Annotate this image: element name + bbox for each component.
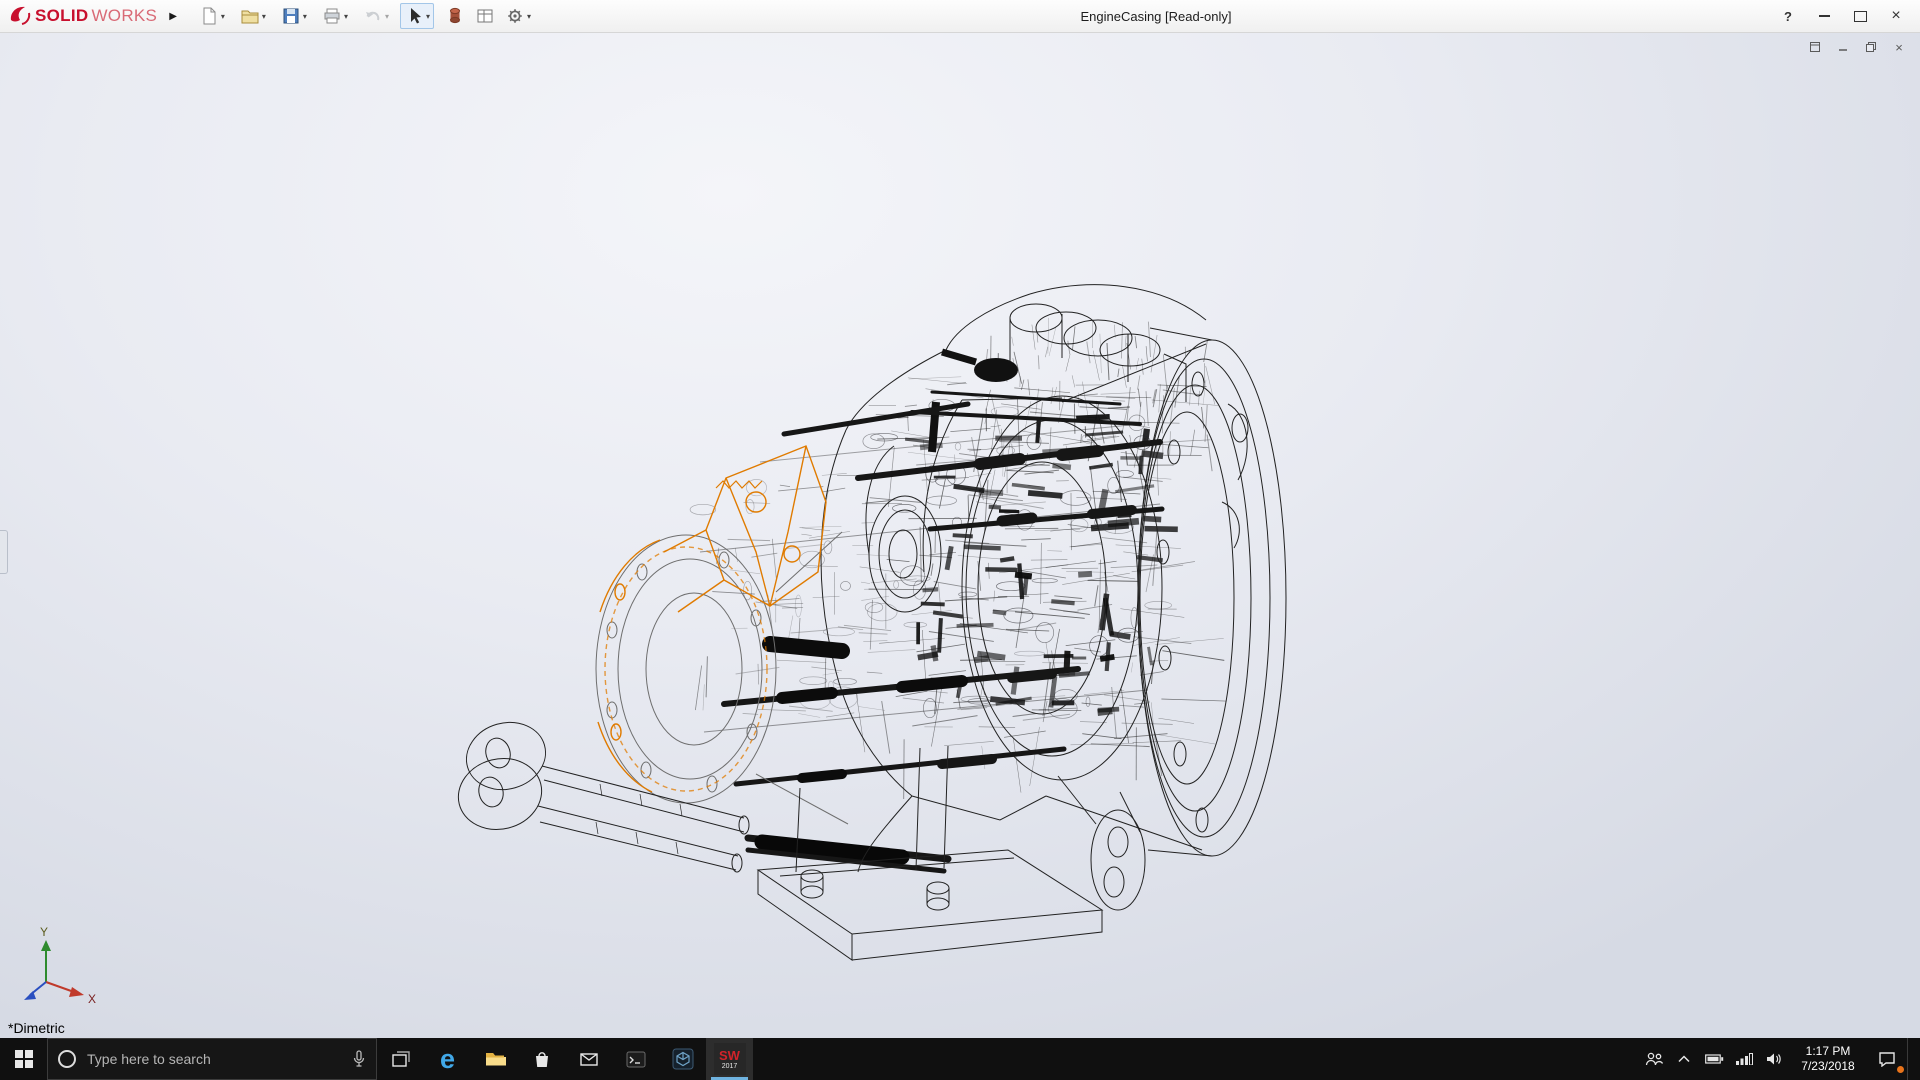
search-input[interactable]	[85, 1050, 343, 1068]
design-table-button[interactable]	[471, 3, 499, 29]
window-controls: ? ×	[1770, 8, 1920, 24]
maximize-icon	[1854, 11, 1867, 22]
save-button[interactable]: ▾	[277, 3, 311, 29]
file-explorer-button[interactable]	[471, 1038, 518, 1080]
chevron-down-icon[interactable]: ▾	[344, 12, 348, 21]
open-button[interactable]: ▾	[236, 3, 270, 29]
options-button[interactable]: ▾	[501, 3, 535, 29]
terminal-icon	[625, 1049, 647, 1070]
wireframe-detail-clutter	[690, 318, 1226, 799]
mail-button[interactable]	[565, 1038, 612, 1080]
appearance-cylinder-icon	[445, 6, 465, 26]
clock-date: 7/23/2018	[1801, 1059, 1854, 1074]
task-view-button[interactable]	[377, 1038, 424, 1080]
chevron-up-icon	[1678, 1055, 1690, 1063]
appearance-button[interactable]	[441, 3, 469, 29]
quick-access-toolbar: ▾ ▾ ▾ ▾	[195, 3, 542, 29]
cortana-icon	[58, 1050, 76, 1068]
tray-overflow-button[interactable]	[1669, 1038, 1699, 1080]
orientation-triad: Y X	[24, 925, 96, 1006]
app-title-bar: SOLIDWORKS ▶ ▾ ▾ ▾	[0, 0, 1920, 33]
store-bag-icon	[531, 1048, 553, 1070]
undo-icon	[363, 6, 383, 26]
people-icon	[1644, 1051, 1664, 1067]
network-signal-icon	[1736, 1053, 1753, 1065]
print-button[interactable]: ▾	[318, 3, 352, 29]
doc-restore-button[interactable]	[1864, 40, 1878, 54]
speaker-icon	[1766, 1053, 1782, 1065]
wireframe-top-assembly	[942, 304, 1186, 402]
doc-minimize-button[interactable]	[1836, 40, 1850, 54]
taskbar-search[interactable]	[47, 1038, 377, 1080]
mail-envelope-icon	[578, 1049, 600, 1069]
solidworks-ds-icon	[8, 4, 32, 28]
document-title: EngineCasing [Read-only]	[542, 9, 1770, 24]
store-button[interactable]	[518, 1038, 565, 1080]
cad-cube-icon	[672, 1048, 694, 1070]
doc-window-icon[interactable]	[1808, 40, 1822, 54]
solidworks-app-icon: SW 2017	[714, 1043, 746, 1075]
clock[interactable]: 1:17 PM 7/23/2018	[1789, 1038, 1867, 1080]
edge-browser-button[interactable]: e	[424, 1038, 471, 1080]
people-button[interactable]	[1639, 1038, 1669, 1080]
cad-viewer-button[interactable]	[659, 1038, 706, 1080]
maximize-button[interactable]	[1852, 8, 1868, 24]
print-icon	[322, 6, 342, 26]
battery-button[interactable]	[1699, 1038, 1729, 1080]
table-icon	[475, 6, 495, 26]
new-document-icon	[199, 6, 219, 26]
wireframe-mounting-rods	[451, 713, 749, 872]
minimize-icon	[1819, 15, 1830, 17]
terminal-button[interactable]	[612, 1038, 659, 1080]
brand-works: WORKS	[91, 6, 157, 26]
select-tool-button[interactable]: ▾	[400, 3, 434, 29]
document-window-controls: ×	[1808, 40, 1906, 54]
solidworks-logo: SOLIDWORKS	[0, 4, 161, 28]
help-button[interactable]: ?	[1780, 8, 1796, 24]
save-icon	[281, 6, 301, 26]
undo-button[interactable]: ▾	[359, 3, 393, 29]
pane-splitter-handle[interactable]	[0, 530, 8, 574]
select-cursor-icon	[404, 6, 424, 26]
doc-close-button[interactable]: ×	[1892, 40, 1906, 54]
solidworks-app-button[interactable]: SW 2017	[706, 1038, 753, 1080]
battery-icon	[1705, 1054, 1724, 1064]
triad-x-label: X	[88, 992, 96, 1006]
action-center-icon	[1878, 1051, 1896, 1067]
volume-button[interactable]	[1759, 1038, 1789, 1080]
gear-icon	[505, 6, 525, 26]
clock-time: 1:17 PM	[1806, 1044, 1851, 1059]
chevron-down-icon[interactable]: ▾	[527, 12, 531, 21]
wireframe-model[interactable]: Y X	[0, 32, 1920, 1038]
graphics-viewport[interactable]: ×	[0, 32, 1920, 1038]
action-center-button[interactable]	[1867, 1038, 1907, 1080]
open-folder-icon	[240, 6, 260, 26]
view-orientation-label: *Dimetric	[8, 1020, 65, 1036]
windows-taskbar: e SW 20	[0, 1038, 1920, 1080]
chevron-down-icon[interactable]: ▾	[385, 12, 389, 21]
brand-solid: SOLID	[35, 6, 88, 26]
edge-icon: e	[440, 1046, 455, 1073]
notification-badge	[1897, 1066, 1904, 1073]
chevron-down-icon[interactable]: ▾	[262, 12, 266, 21]
close-button[interactable]: ×	[1888, 8, 1904, 24]
microphone-icon[interactable]	[352, 1050, 366, 1068]
chevron-down-icon[interactable]: ▾	[426, 12, 430, 21]
minimize-button[interactable]	[1816, 8, 1832, 24]
show-desktop-button[interactable]	[1907, 1038, 1920, 1080]
network-button[interactable]	[1729, 1038, 1759, 1080]
task-view-icon	[391, 1050, 411, 1068]
chevron-down-icon[interactable]: ▾	[221, 12, 225, 21]
start-button[interactable]	[0, 1038, 47, 1080]
toolbar-expand-arrow[interactable]: ▶	[167, 9, 179, 24]
new-document-button[interactable]: ▾	[195, 3, 229, 29]
file-explorer-icon	[484, 1049, 506, 1069]
system-tray: 1:17 PM 7/23/2018	[1639, 1038, 1920, 1080]
chevron-down-icon[interactable]: ▾	[303, 12, 307, 21]
windows-logo-icon	[15, 1050, 33, 1068]
triad-y-label: Y	[40, 925, 48, 939]
